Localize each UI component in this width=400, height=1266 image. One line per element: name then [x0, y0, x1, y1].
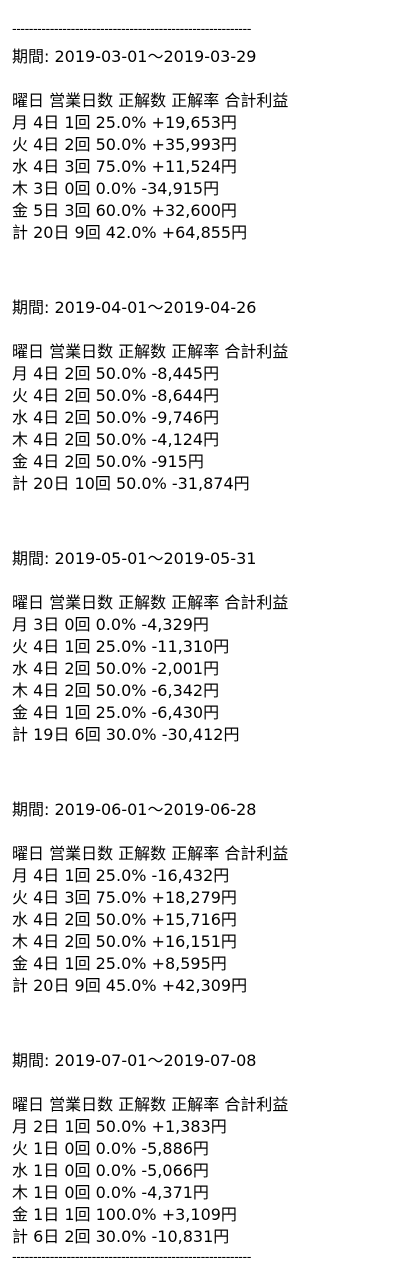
table-row: 木 1日 0回 0.0% -4,371円: [12, 1183, 209, 1202]
period-label: 期間:: [12, 549, 50, 568]
table-row: 月 4日 1回 25.0% -16,432円: [12, 866, 230, 885]
table-header: 曜日 営業日数 正解数 正解率 合計利益: [12, 844, 289, 863]
period-block: 期間: 2019-03-01～2019-03-29 曜日 営業日数 正解数 正解率…: [12, 46, 392, 244]
period-line: 期間: 2019-04-01～2019-04-26: [12, 297, 392, 319]
table-row: 金 4日 1回 25.0% +8,595円: [12, 954, 227, 973]
table-row: 火 4日 1回 25.0% -11,310円: [12, 637, 230, 656]
period-line: 期間: 2019-05-01～2019-05-31: [12, 548, 392, 570]
table-row: 木 3日 0回 0.0% -34,915円: [12, 179, 220, 198]
results-document: ----------------------------------------…: [12, 22, 392, 1266]
period-block: 期間: 2019-04-01～2019-04-26 曜日 営業日数 正解数 正解率…: [12, 297, 392, 495]
table-row: 月 2日 1回 50.0% +1,383円: [12, 1117, 227, 1136]
table-header: 曜日 営業日数 正解数 正解率 合計利益: [12, 342, 289, 361]
period-line: 期間: 2019-03-01～2019-03-29: [12, 46, 392, 68]
total-row: 計 20日 10回 50.0% -31,874円: [12, 474, 250, 493]
period-range: 2019-03-01～2019-03-29: [54, 47, 257, 66]
total-row: 計 6日 2回 30.0% -10,831円: [12, 1227, 230, 1246]
total-row: 計 19日 6回 30.0% -30,412円: [12, 725, 240, 744]
table-row: 火 4日 3回 75.0% +18,279円: [12, 888, 237, 907]
period-block: 期間: 2019-06-01～2019-06-28 曜日 営業日数 正解数 正解率…: [12, 799, 392, 997]
table-row: 木 4日 2回 50.0% +16,151円: [12, 932, 237, 951]
table-row: 金 4日 2回 50.0% -915円: [12, 452, 204, 471]
period-range: 2019-06-01～2019-06-28: [54, 800, 257, 819]
total-row: 計 20日 9回 42.0% +64,855円: [12, 223, 248, 242]
table-row: 金 1日 1回 100.0% +3,109円: [12, 1205, 237, 1224]
table-row: 金 5日 3回 60.0% +32,600円: [12, 201, 237, 220]
table-row: 金 4日 1回 25.0% -6,430円: [12, 703, 220, 722]
table-row: 木 4日 2回 50.0% -6,342円: [12, 681, 220, 700]
table-header: 曜日 営業日数 正解数 正解率 合計利益: [12, 91, 289, 110]
period-line: 期間: 2019-07-01～2019-07-08: [12, 1050, 392, 1072]
table-row: 水 4日 2回 50.0% -2,001円: [12, 659, 220, 678]
period-block: 期間: 2019-07-01～2019-07-08 曜日 営業日数 正解数 正解率…: [12, 1050, 392, 1248]
period-range: 2019-07-01～2019-07-08: [54, 1051, 257, 1070]
table-row: 火 4日 2回 50.0% -8,644円: [12, 386, 220, 405]
table-row: 月 4日 2回 50.0% -8,445円: [12, 364, 220, 383]
table-header: 曜日 営業日数 正解数 正解率 合計利益: [12, 593, 289, 612]
period-block: 期間: 2019-05-01～2019-05-31 曜日 営業日数 正解数 正解率…: [12, 548, 392, 746]
total-row: 計 20日 9回 45.0% +42,309円: [12, 976, 248, 995]
period-range: 2019-04-01～2019-04-26: [54, 298, 257, 317]
table-row: 水 1日 0回 0.0% -5,066円: [12, 1161, 209, 1180]
period-range: 2019-05-01～2019-05-31: [54, 549, 257, 568]
table-header: 曜日 営業日数 正解数 正解率 合計利益: [12, 1095, 289, 1114]
period-label: 期間:: [12, 298, 50, 317]
period-label: 期間:: [12, 47, 50, 66]
period-list: 期間: 2019-03-01～2019-03-29 曜日 営業日数 正解数 正解率…: [12, 46, 392, 1248]
table-row: 月 4日 1回 25.0% +19,653円: [12, 113, 237, 132]
table-row: 火 1日 0回 0.0% -5,886円: [12, 1139, 209, 1158]
top-separator: ----------------------------------------…: [12, 22, 251, 37]
period-line: 期間: 2019-06-01～2019-06-28: [12, 799, 392, 821]
period-label: 期間:: [12, 800, 50, 819]
table-row: 水 4日 2回 50.0% -9,746円: [12, 408, 220, 427]
table-row: 水 4日 3回 75.0% +11,524円: [12, 157, 237, 176]
table-row: 水 4日 2回 50.0% +15,716円: [12, 910, 237, 929]
period-label: 期間:: [12, 1051, 50, 1070]
table-row: 木 4日 2回 50.0% -4,124円: [12, 430, 220, 449]
table-row: 月 3日 0回 0.0% -4,329円: [12, 615, 209, 634]
table-row: 火 4日 2回 50.0% +35,993円: [12, 135, 237, 154]
bottom-separator: ----------------------------------------…: [12, 1250, 251, 1265]
